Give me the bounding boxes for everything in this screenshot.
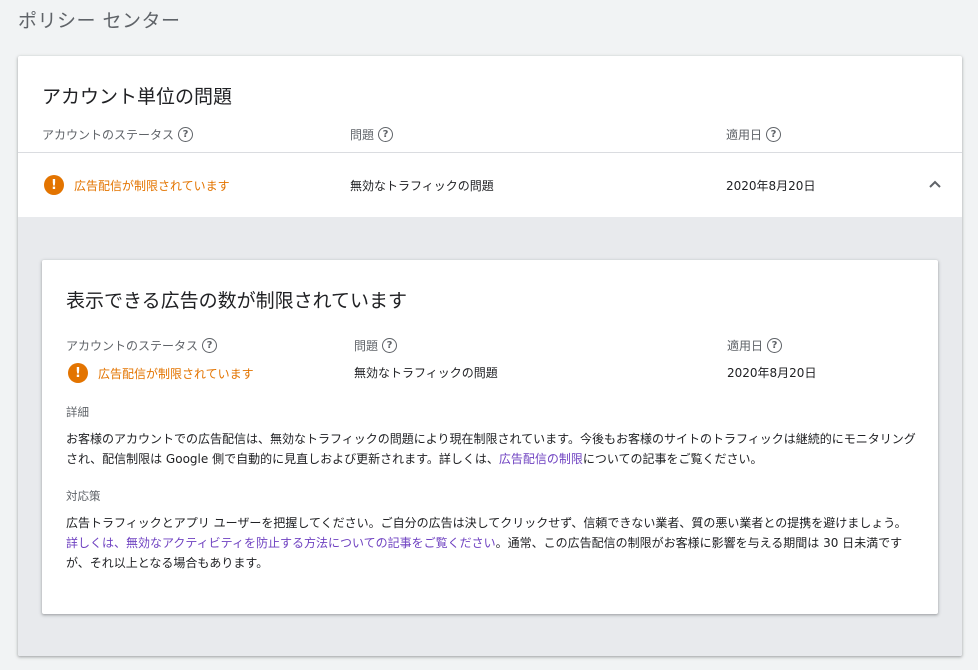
help-icon[interactable]: ? bbox=[378, 126, 394, 142]
detail-column-header-status: アカウントのステータス ? bbox=[66, 335, 218, 355]
detail-column-header-issue: 問題 ? bbox=[354, 335, 398, 355]
account-issues-card: アカウント単位の問題 アカウントのステータス ? 問題 ? 適用日 ? ! 広告… bbox=[18, 56, 962, 656]
column-header-status-label: アカウントのステータス bbox=[42, 127, 175, 142]
prevent-invalid-activity-link[interactable]: 詳しくは、無効なアクティビティを防止する方法についての記事をご覧ください bbox=[66, 536, 496, 550]
detail-title: 表示できる広告の数が制限されています bbox=[66, 290, 408, 312]
detail-column-header-issue-label: 問題 bbox=[354, 338, 379, 353]
detail-column-header-applied-date: 適用日 ? bbox=[727, 335, 783, 355]
row-issue-text: 無効なトラフィックの問題 bbox=[350, 179, 494, 193]
details-text: お客様のアカウントでの広告配信は、無効なトラフィックの問題により現在制限されてい… bbox=[66, 432, 916, 466]
detail-issue-text: 無効なトラフィックの問題 bbox=[354, 366, 498, 380]
help-icon[interactable]: ? bbox=[382, 337, 398, 353]
help-icon[interactable]: ? bbox=[767, 337, 783, 353]
details-text-end: についての記事をご覧ください。 bbox=[582, 452, 763, 466]
row-status: ! 広告配信が制限されています bbox=[44, 175, 230, 195]
help-icon[interactable]: ? bbox=[178, 126, 194, 142]
remedy-paragraph: 広告トラフィックとアプリ ユーザーを把握してください。ご自分の広告は決してクリッ… bbox=[66, 513, 916, 573]
warning-icon: ! bbox=[68, 363, 88, 383]
row-status-text: 広告配信が制限されています bbox=[74, 178, 230, 193]
details-label: 詳細 bbox=[66, 405, 89, 419]
help-icon[interactable]: ? bbox=[766, 126, 782, 142]
page-title: ポリシー センター bbox=[18, 10, 181, 32]
detail-column-header-status-label: アカウントのステータス bbox=[66, 338, 199, 353]
issue-row[interactable]: ! 広告配信が制限されています 無効なトラフィックの問題 2020年8月20日 bbox=[18, 153, 962, 217]
help-icon[interactable]: ? bbox=[202, 337, 218, 353]
detail-status-text: 広告配信が制限されています bbox=[98, 366, 254, 381]
issue-detail-card: 表示できる広告の数が制限されています アカウントのステータス ? 問題 ? 適用… bbox=[42, 260, 938, 614]
ad-serving-limits-link[interactable]: 広告配信の制限 bbox=[499, 452, 583, 466]
row-applied-date: 2020年8月20日 bbox=[726, 179, 816, 193]
remedy-label: 対応策 bbox=[66, 489, 101, 503]
column-header-applied-date: 適用日 ? bbox=[726, 124, 782, 144]
chevron-up-icon[interactable] bbox=[928, 177, 942, 191]
detail-column-header-applied-date-label: 適用日 bbox=[727, 338, 764, 353]
column-header-issue: 問題 ? bbox=[350, 124, 394, 144]
column-header-issue-label: 問題 bbox=[350, 127, 375, 142]
remedy-text: 広告トラフィックとアプリ ユーザーを把握してください。ご自分の広告は決してクリッ… bbox=[66, 516, 907, 530]
detail-applied-date: 2020年8月20日 bbox=[727, 366, 817, 380]
card-title: アカウント単位の問題 bbox=[42, 86, 233, 108]
column-header-status: アカウントのステータス ? bbox=[42, 124, 194, 144]
expanded-panel: 表示できる広告の数が制限されています アカウントのステータス ? 問題 ? 適用… bbox=[18, 217, 962, 656]
details-paragraph: お客様のアカウントでの広告配信は、無効なトラフィックの問題により現在制限されてい… bbox=[66, 429, 916, 469]
column-header-applied-date-label: 適用日 bbox=[726, 127, 763, 142]
warning-icon: ! bbox=[44, 175, 64, 195]
detail-status: ! 広告配信が制限されています bbox=[68, 363, 254, 383]
